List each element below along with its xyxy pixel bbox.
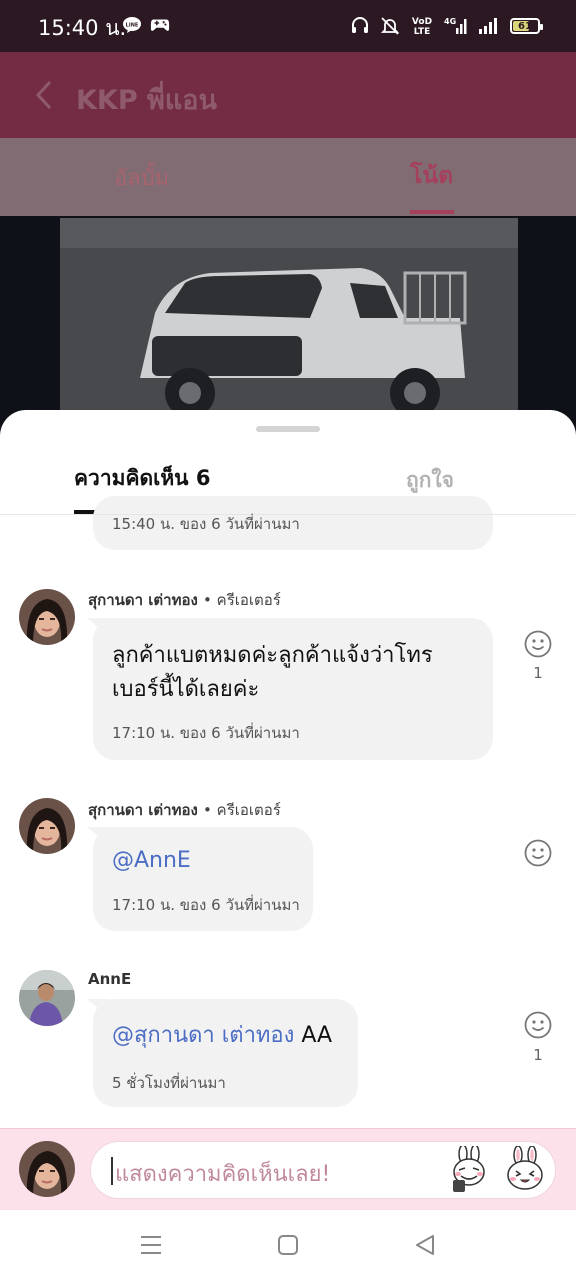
author-name[interactable]: AnnE [88, 970, 131, 988]
sheet-drag-handle[interactable] [256, 426, 320, 432]
comment-text: ลูกค้าแบตหมดค่ะลูกค้าแจ้งว่าโทร [112, 643, 433, 668]
comment-author[interactable]: สุกานดา เต่าทอง • ครีเอเตอร์ [88, 798, 281, 822]
tab-likes[interactable]: ถูกใจ [406, 464, 454, 497]
smiley-icon[interactable] [524, 1011, 552, 1039]
mention-link[interactable]: @AnnE [112, 844, 191, 878]
comment-composer: แสดงความคิดเห็นเลย! [0, 1128, 576, 1210]
comment-meta: 17:10 น. ของ 6 วันที่ผ่านมา [112, 724, 300, 742]
svg-text:VoD: VoD [412, 17, 432, 27]
comment-author[interactable]: สุกานดา เต่าทอง • ครีเอเตอร์ [88, 588, 281, 612]
tab-comments[interactable]: ความคิดเห็น 6 [74, 462, 210, 495]
headset-icon [352, 17, 368, 33]
svg-text:LTE: LTE [414, 27, 431, 37]
status-icons: VoD LTE 4G 61 [350, 12, 543, 40]
volte-icon: VoD LTE [412, 17, 432, 37]
comment-meta: 17:10 น. ของ 6 วันที่ผ่านมา [112, 896, 300, 914]
sticker-icon[interactable] [445, 1146, 493, 1194]
page-title: KKP พี่แอน [76, 85, 217, 116]
author-role: • ครีเอเตอร์ [203, 591, 281, 609]
avatar[interactable] [19, 970, 75, 1026]
back-icon[interactable] [412, 1232, 438, 1258]
app-header: KKP พี่แอน [0, 52, 576, 138]
battery-icon: 61 [510, 18, 543, 34]
back-arrow-icon[interactable] [30, 78, 60, 112]
author-name[interactable]: สุกานดา เต่าทอง [88, 591, 198, 609]
comment-text: เบอร์นี้ได้เลยค่ะ [112, 677, 260, 702]
line-app-icon: LINE [123, 17, 141, 33]
tab-note-indicator [410, 210, 454, 214]
system-nav-bar [0, 1210, 576, 1280]
reaction-count: 1 [533, 1046, 543, 1064]
tab-note[interactable]: โน้ต [410, 158, 453, 194]
comment-input-placeholder: แสดงความคิดเห็นเลย! [115, 1162, 331, 1187]
avatar[interactable] [19, 798, 75, 854]
mention-link[interactable]: @สุกานดา เต่าทอง [112, 1023, 294, 1048]
svg-text:LINE: LINE [126, 23, 139, 29]
my-avatar [19, 1141, 75, 1197]
comment-text: @สุกานดา เต่าทอง AA [112, 1019, 332, 1053]
smiley-icon[interactable] [524, 839, 552, 867]
status-bar: 15:40 น. LINE VoD LTE 4G 61 [0, 0, 576, 52]
post-photo-truck[interactable] [60, 218, 518, 438]
comment-text-body: AA [294, 1023, 333, 1048]
comment-meta: 5 ชั่วโมงที่ผ่านมา [112, 1074, 226, 1092]
home-icon[interactable] [275, 1232, 301, 1258]
author-name[interactable]: สุกานดา เต่าทอง [88, 801, 198, 819]
comment-input[interactable]: แสดงความคิดเห็นเลย! [90, 1141, 556, 1199]
avatar[interactable] [19, 589, 75, 645]
emoji-icon[interactable] [501, 1146, 549, 1194]
author-role: • ครีเอเตอร์ [203, 801, 281, 819]
comment-author[interactable]: AnnE [88, 970, 131, 988]
menu-icon[interactable] [138, 1232, 164, 1258]
tab-album[interactable]: อัลบั้ม [114, 160, 169, 195]
svg-text:4G: 4G [444, 17, 456, 26]
signal-bars-icon [479, 18, 497, 34]
mute-bell-icon [380, 17, 400, 35]
status-time: 15:40 น. [38, 16, 127, 40]
smiley-icon[interactable] [524, 630, 552, 658]
signal-4g-icon: 4G [444, 17, 467, 34]
previous-comment-meta: 15:40 น. ของ 6 วันที่ผ่านมา [112, 515, 300, 533]
game-controller-icon [150, 19, 170, 31]
text-caret [111, 1157, 113, 1185]
tab-bar [0, 138, 576, 216]
reaction-count: 1 [533, 664, 543, 682]
